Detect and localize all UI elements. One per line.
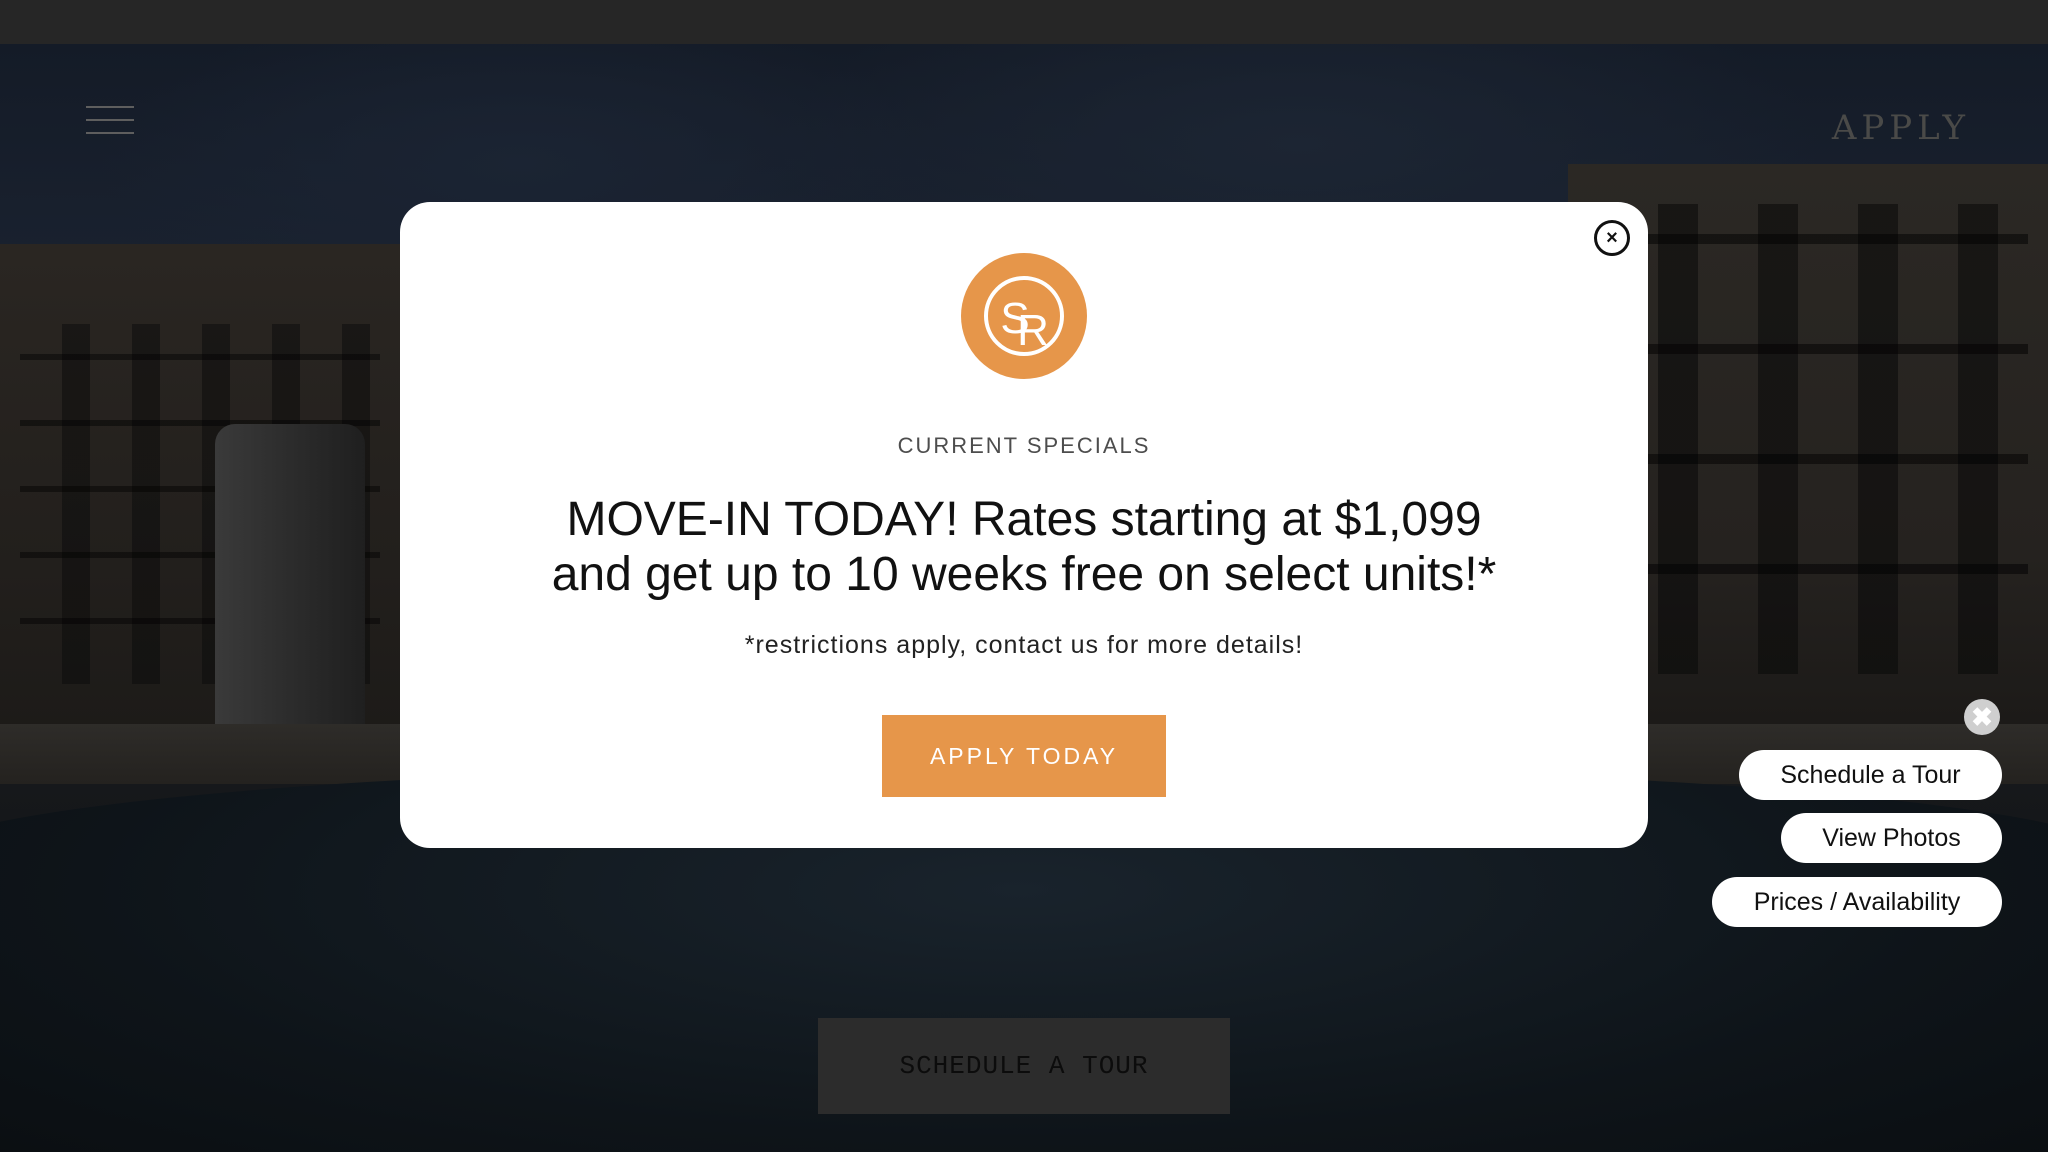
sr-monogram-icon: S R	[984, 276, 1064, 356]
menu-line	[86, 106, 134, 108]
logo-letter-r: R	[1017, 306, 1049, 355]
schedule-tour-button[interactable]: SCHEDULE A TOUR	[818, 1018, 1230, 1114]
view-photos-button[interactable]: View Photos	[1781, 813, 2002, 863]
close-icon[interactable]: ×	[1594, 220, 1630, 256]
apply-today-button[interactable]: APPLY TODAY	[882, 715, 1166, 797]
sr-logo: S R	[961, 253, 1087, 379]
browser-top-bar	[0, 0, 2048, 44]
apply-nav-link[interactable]: APPLY	[1810, 108, 1970, 148]
schedule-a-tour-button[interactable]: Schedule a Tour	[1739, 750, 2002, 800]
prices-availability-button[interactable]: Prices / Availability	[1712, 877, 2002, 927]
widget-close-icon[interactable]: ✖	[1964, 699, 2000, 735]
menu-line	[86, 119, 134, 121]
specials-headline: MOVE-IN TODAY! Rates starting at $1,099 …	[524, 492, 1524, 602]
menu-line	[86, 132, 134, 134]
headline-line-1: MOVE-IN TODAY! Rates starting at $1,099	[566, 493, 1482, 546]
hamburger-menu-icon[interactable]	[86, 106, 134, 136]
restrictions-disclaimer: *restrictions apply, contact us for more…	[744, 631, 1304, 659]
silo-image	[215, 424, 365, 724]
headline-line-2: and get up to 10 weeks free on select un…	[551, 548, 1497, 601]
specials-modal: × S R CURRENT SPECIALS MOVE-IN TODAY! Ra…	[400, 202, 1648, 848]
current-specials-label: CURRENT SPECIALS	[897, 433, 1151, 458]
